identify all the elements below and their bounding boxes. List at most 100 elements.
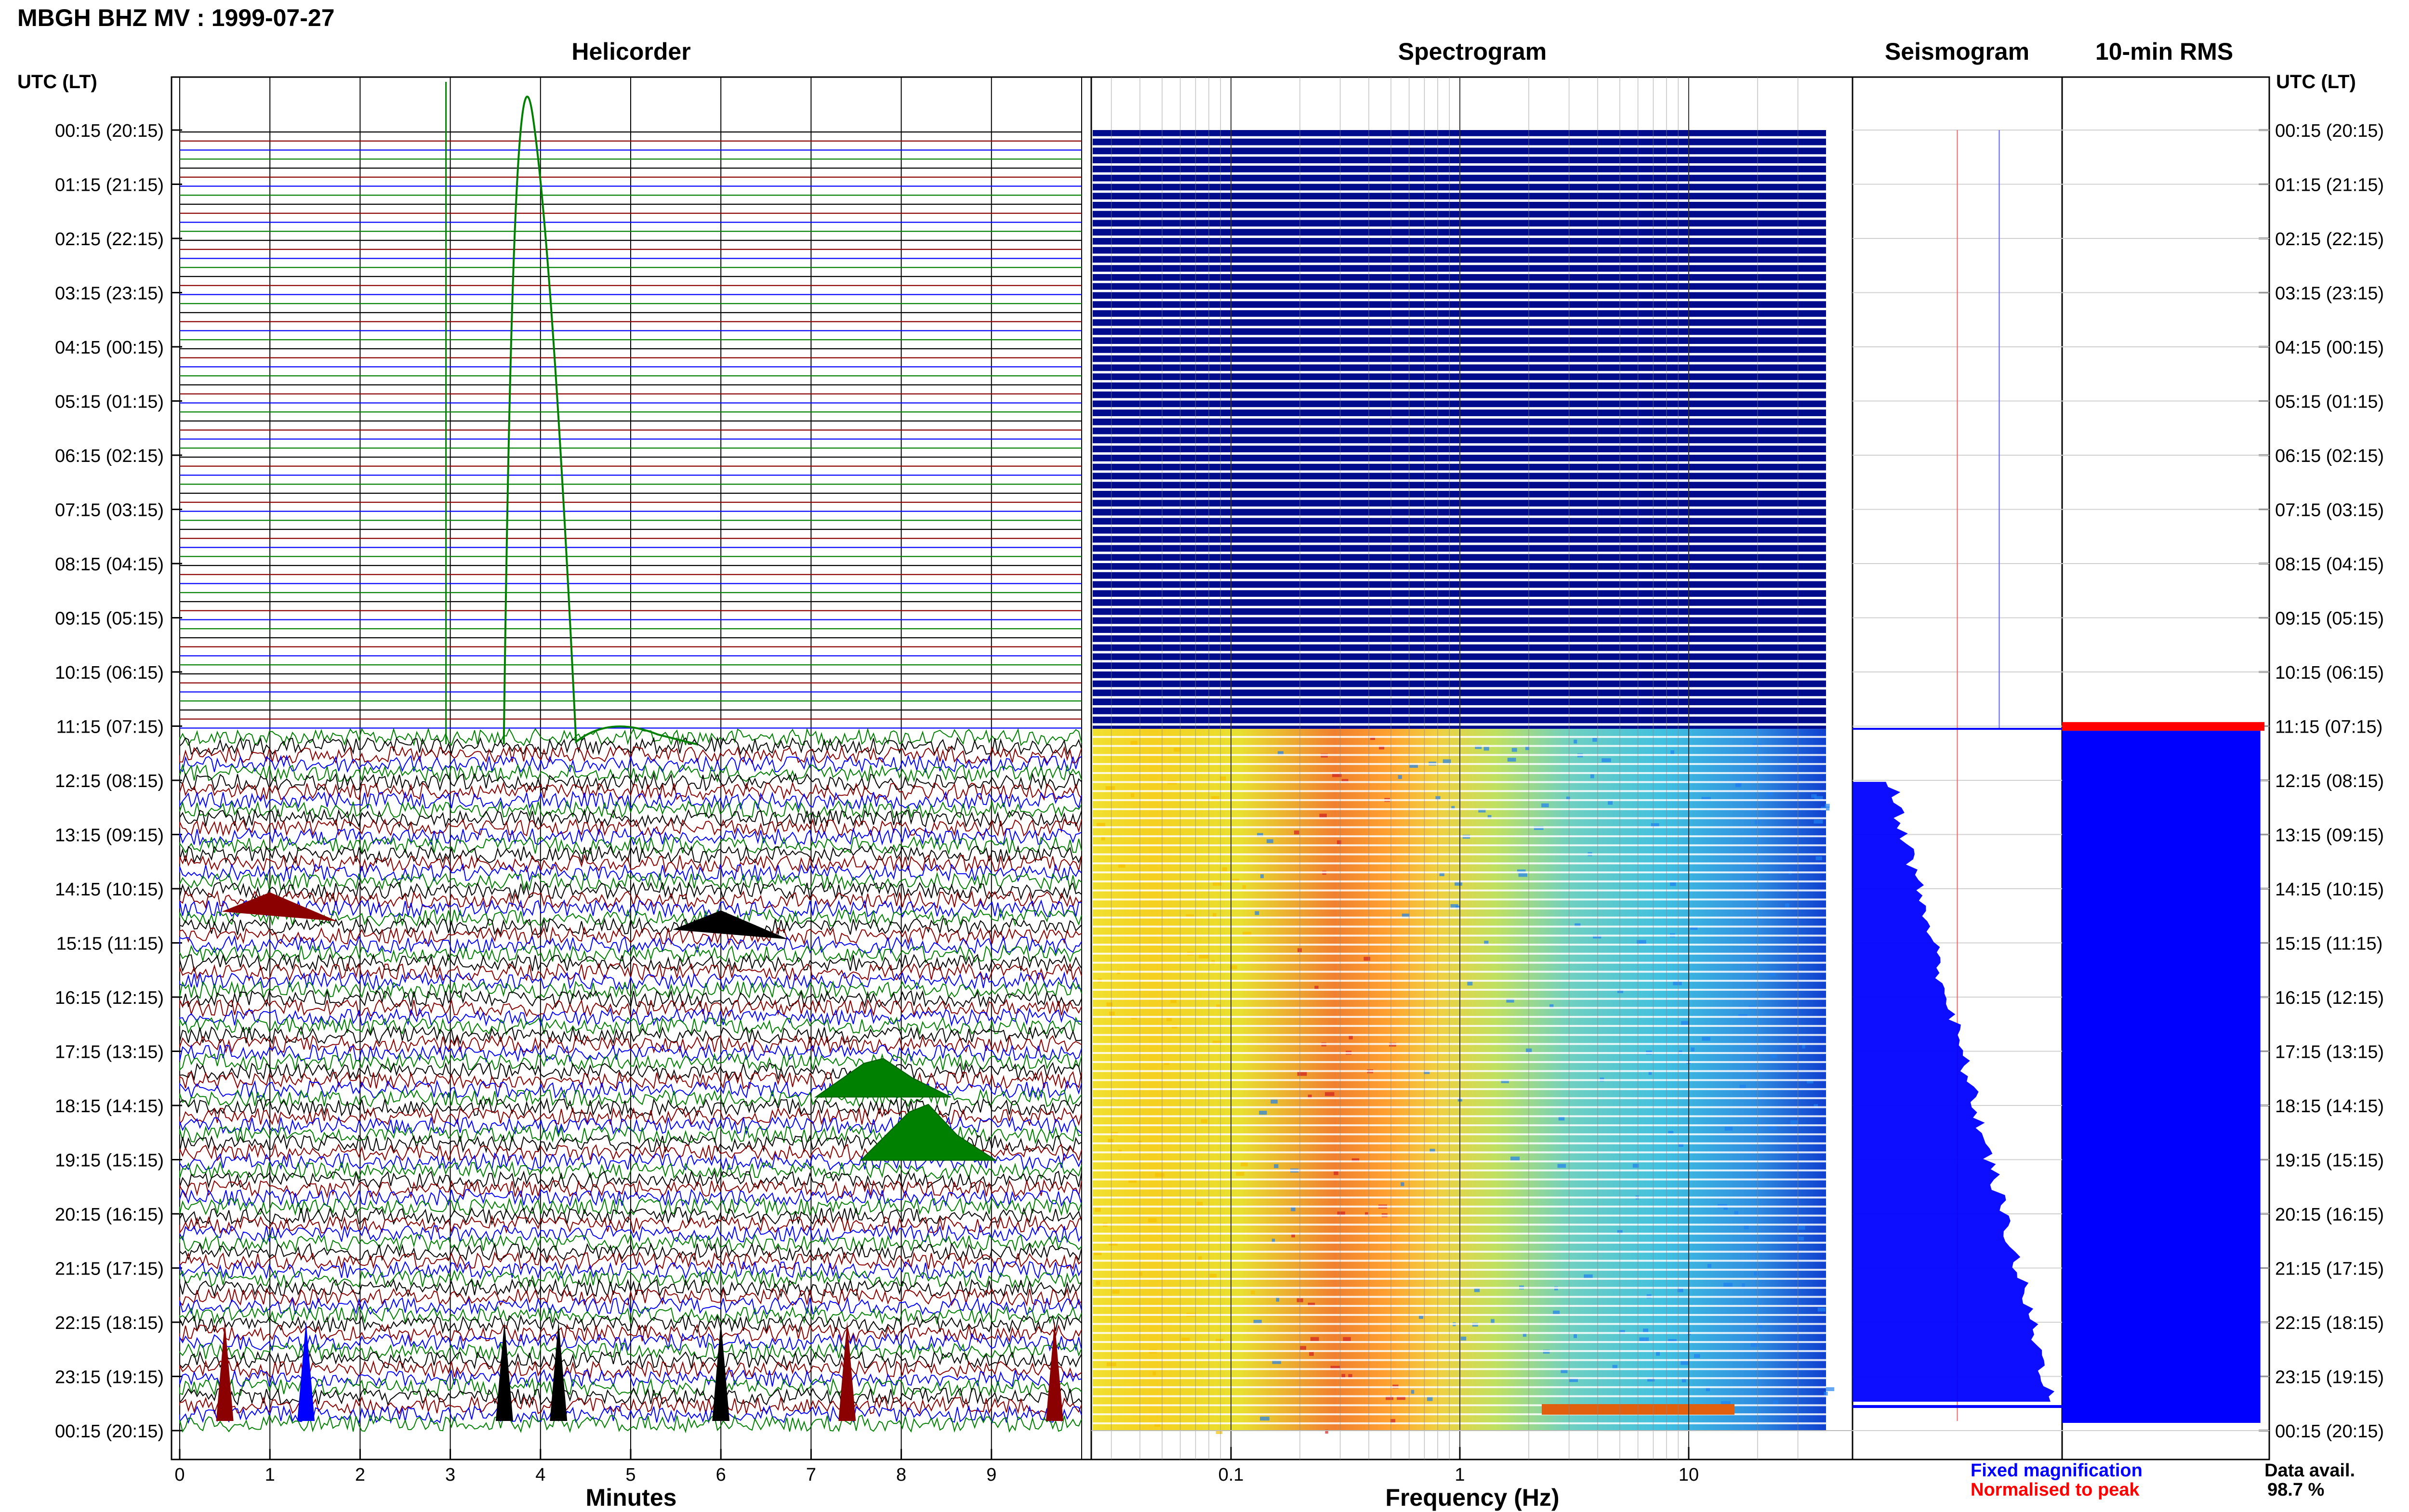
spectrogram-texture [1681,1361,1689,1365]
minute-tick-label: 8 [896,1465,906,1485]
spectrogram-texture [1271,1100,1278,1104]
minute-tick-label: 5 [625,1465,635,1485]
spectrogram-texture [1260,1417,1270,1421]
spectrogram-texture [1201,1119,1208,1123]
spectrogram-texture [1802,1044,1805,1049]
spectrogram-texture [1541,803,1549,807]
spectrogram-texture [1574,739,1577,744]
spectrogram-texture [1324,1092,1335,1096]
minute-tick-label: 3 [445,1465,455,1485]
spectrogram-texture [1131,793,1135,798]
spectrogram-texture [1276,1298,1280,1302]
time-label-left: 03:15 (23:15) [55,284,164,304]
spectrogram-texture [1401,1182,1404,1186]
spectrogram-texture [1707,1264,1712,1268]
spectrogram-texture [1260,874,1264,879]
spectrogram-texture [1212,913,1217,917]
spectrogram-texture [1155,1173,1165,1177]
time-label-right: 02:15 (22:15) [2275,229,2384,250]
spectrogram-texture [1139,1272,1143,1276]
rms-plot [2062,722,2264,1423]
helicorder-event-tall [1046,1321,1063,1421]
spectrogram-texture [1557,1164,1566,1168]
time-label-right: 14:15 (10:15) [2275,880,2384,900]
spectrogram-texture [1130,741,1138,745]
plot-canvas: 00:15 (20:15) 00:15 (20:15) 01:15 (21:15) 0… [55,76,2384,1485]
spectrogram-texture [1773,1400,1779,1405]
spectrogram-texture [1108,1139,1113,1143]
spectrogram-texture [1826,1387,1835,1391]
time-label-left: 11:15 (07:15) [56,717,164,737]
time-label-right: 00:15 (20:15) [2275,1421,2384,1442]
helicorder-event-tall [216,1321,234,1421]
spectrogram-texture [1771,1054,1777,1058]
helicorder-event-tall [712,1321,730,1421]
time-label-right: 01:15 (21:15) [2275,175,2384,196]
spectrogram-texture [1291,1207,1296,1211]
spectrogram-texture [1681,1021,1690,1025]
helicorder-title: Helicorder [571,38,691,65]
minutes-axis-label: Minutes [585,1484,677,1511]
spectrogram-texture [1702,1037,1710,1041]
data-availability-value: 98.7 % [2267,1480,2325,1500]
time-label-right: 11:15 (07:15) [2275,717,2383,737]
seismogram-plot [1853,130,2062,1421]
spectrogram-texture [1343,1337,1351,1341]
spectrogram-plot: 0.1 1 10 [1091,77,1853,1485]
spectrogram-texture [1105,786,1115,790]
time-label-left: 18:15 (14:15) [55,1096,164,1117]
spectrogram-texture [1608,801,1613,805]
spectrogram-texture [1670,750,1675,754]
spectrogram-texture [1112,1289,1120,1294]
utc-label-right: UTC (LT) [2276,71,2356,92]
spectrogram-texture [1199,954,1209,959]
time-label-right: 15:15 (11:15) [2275,934,2383,954]
spectrogram-texture [1790,1120,1798,1124]
spectrogram-texture [1095,1208,1101,1212]
time-label-right: 16:15 (12:15) [2275,988,2384,1008]
spectrogram-texture [1643,1328,1649,1333]
seismogram-title: Seismogram [1884,38,2030,65]
time-label-right: 22:15 (18:15) [2275,1313,2384,1333]
spectrogram-texture [1656,1352,1660,1356]
time-label-left: 17:15 (13:15) [55,1042,164,1063]
spectrogram-texture [1751,1342,1760,1347]
spectrogram-texture [1824,1392,1828,1396]
time-label-right: 05:15 (01:15) [2275,392,2384,412]
legend-fixed-magnification: Fixed magnification [1971,1460,2143,1481]
spectrogram-texture [1196,1202,1203,1206]
data-availability-label: Data avail. [2264,1460,2355,1481]
time-label-left: 23:15 (19:15) [55,1367,164,1388]
time-label-right: 00:15 (20:15) [2275,121,2384,141]
time-label-left: 15:15 (11:15) [56,934,164,954]
spectrogram-texture [1734,1211,1738,1215]
time-label-right: 09:15 (05:15) [2275,609,2384,629]
time-label-left: 08:15 (04:15) [55,554,164,575]
rms-peak-bar [2062,722,2264,731]
spectrogram-texture [1735,782,1742,787]
spectrogram-texture [1694,1354,1700,1358]
minute-tick-label: 7 [806,1465,816,1485]
spectrogram-texture [1574,1334,1577,1338]
helicorder-plot: 0 1 2 3 4 5 6 7 8 9 [174,77,1082,1485]
frequency-tick-label: 10 [1679,1465,1699,1485]
minute-tick-label: 4 [535,1465,545,1485]
spectrogram-texture [1274,1164,1279,1169]
rms-bars [2062,731,2261,1423]
spectrogram-texture [1294,830,1299,835]
time-label-left: 12:15 (08:15) [55,771,164,791]
figure-title: MBGH BHZ MV : 1999-07-27 [17,4,335,31]
time-label-left: 02:15 (22:15) [55,229,164,250]
time-label-left: 20:15 (16:15) [55,1205,164,1225]
spectrogram-texture [1299,1346,1307,1350]
time-label-left: 05:15 (01:15) [55,392,164,412]
frequency-tick-label: 0.1 [1218,1465,1244,1485]
spectrogram-texture [1592,737,1597,742]
time-label-right: 12:15 (08:15) [2275,771,2384,791]
spectrogram-texture [1691,1047,1695,1052]
spectrogram-texture [1222,867,1227,871]
spectrogram-texture [1553,1310,1560,1315]
time-label-left: 13:15 (09:15) [55,826,164,846]
utc-label-left: UTC (LT) [17,71,97,92]
frequency-tick-label: 1 [1455,1465,1465,1485]
